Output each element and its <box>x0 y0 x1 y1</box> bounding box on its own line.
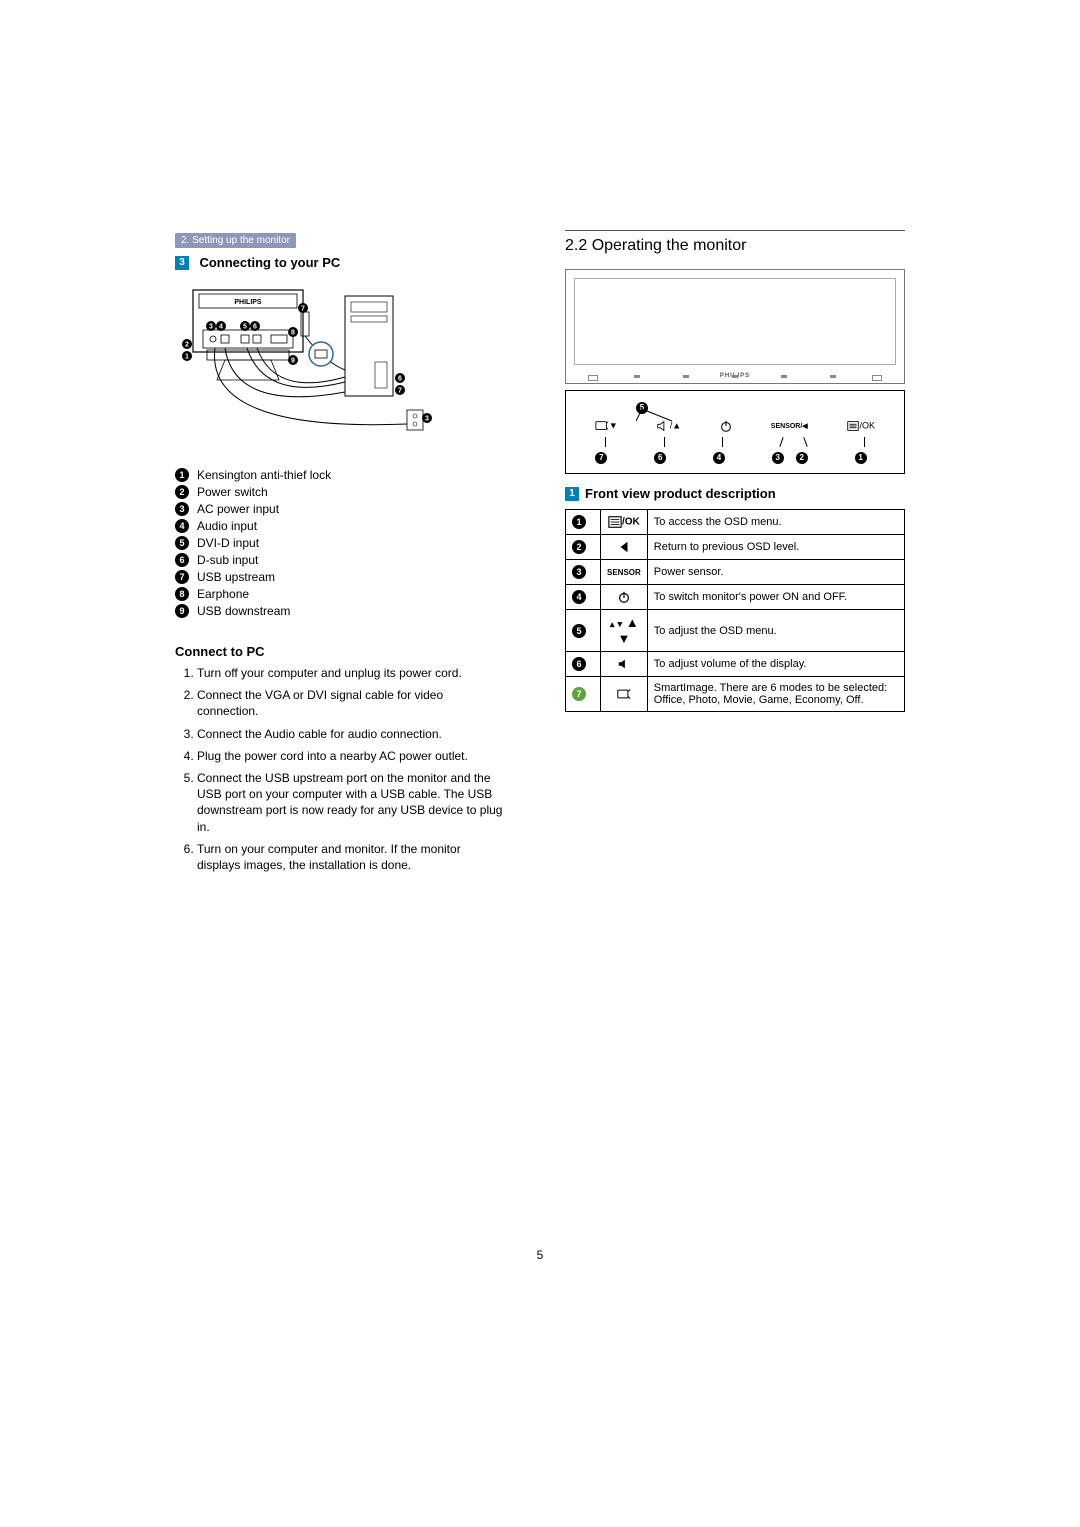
power-icon <box>601 585 648 610</box>
breadcrumb: 2. Setting up the monitor <box>175 233 296 248</box>
row-desc: To adjust the OSD menu. <box>647 610 904 652</box>
row-desc: To adjust volume of the display. <box>647 652 904 677</box>
step-item: Turn off your computer and unplug its po… <box>197 665 515 681</box>
front-view-heading: Front view product description <box>585 486 776 501</box>
legend-bullet-6: 6 <box>175 553 189 567</box>
step-item: Connect the VGA or DVI signal cable for … <box>197 687 515 719</box>
section-divider <box>565 230 905 231</box>
connection-diagram-svg: PHILIPS 3 4 5 6 <box>175 282 435 452</box>
row-desc: To switch monitor's power ON and OFF. <box>647 585 904 610</box>
legend-bullet-2: 2 <box>175 485 189 499</box>
legend-bullet-3: 3 <box>175 502 189 516</box>
volume-icon <box>601 652 648 677</box>
detail-icon-power <box>719 419 733 433</box>
detail-icon-smart: ▼ <box>595 419 618 433</box>
row-desc: SmartImage. There are 6 modes to be sele… <box>647 677 904 712</box>
step-item: Plug the power cord into a nearby AC pow… <box>197 748 515 764</box>
row-bullet: 4 <box>572 590 586 604</box>
legend-label: D-sub input <box>197 553 258 567</box>
legend-label: USB upstream <box>197 570 275 584</box>
front-description-table: 1 /OK To access the OSD menu. 2 Return t… <box>565 509 905 712</box>
menu-ok-icon: /OK <box>601 510 648 535</box>
svg-text:4: 4 <box>219 324 223 331</box>
legend-bullet-7: 7 <box>175 570 189 584</box>
diagram-brand: PHILIPS <box>234 299 262 306</box>
step-item: Connect the Audio cable for audio connec… <box>197 726 515 742</box>
legend-label: DVI-D input <box>197 536 259 550</box>
section-connecting-heading: 3 Connecting to your PC <box>175 254 515 272</box>
monitor-front-diagram: PHILIPS <box>565 269 905 384</box>
table-row: 5 ▲ ▼ To adjust the OSD menu. <box>566 610 905 652</box>
table-row: 7 SmartImage. There are 6 modes to be se… <box>566 677 905 712</box>
svg-text:7: 7 <box>301 306 305 313</box>
row-desc: Return to previous OSD level. <box>647 535 904 560</box>
detail-icon-sensor: SENSOR/◀ <box>771 422 808 430</box>
svg-text:5: 5 <box>243 324 247 331</box>
row-bullet: 6 <box>572 657 586 671</box>
legend-label: Audio input <box>197 519 257 533</box>
legend-label: USB downstream <box>197 604 290 618</box>
port-legend-list: 1 Kensington anti-thief lock 2 Power switc… <box>175 468 515 618</box>
row-bullet: 3 <box>572 565 586 579</box>
svg-text:6: 6 <box>398 376 402 383</box>
updown-icon: ▲ ▼ <box>601 610 648 652</box>
legend-bullet-1: 1 <box>175 468 189 482</box>
table-row: 6 To adjust volume of the display. <box>566 652 905 677</box>
legend-bullet-5: 5 <box>175 536 189 550</box>
front-stepbox: 1 <box>565 487 579 501</box>
svg-text:9: 9 <box>291 358 295 365</box>
svg-text:2: 2 <box>185 342 189 349</box>
row-desc: To access the OSD menu. <box>647 510 904 535</box>
page-number: 5 <box>0 1248 1080 1262</box>
row-bullet: 1 <box>572 515 586 529</box>
operating-heading: 2.2 Operating the monitor <box>565 237 905 255</box>
step-number-box: 3 <box>175 256 189 270</box>
connect-to-pc-heading: Connect to PC <box>175 644 515 659</box>
table-row: 3 SENSOR Power sensor. <box>566 560 905 585</box>
connection-diagram: PHILIPS 3 4 5 6 <box>175 282 435 452</box>
callout-5: 5 <box>636 397 656 415</box>
smartimage-icon <box>601 677 648 712</box>
legend-label: Earphone <box>197 587 249 601</box>
left-column: 2. Setting up the monitor 3 Connecting t… <box>175 230 515 879</box>
connecting-heading-text: Connecting to your PC <box>199 255 340 270</box>
table-row: 4 To switch monitor's power ON and OFF. <box>566 585 905 610</box>
legend-label: AC power input <box>197 502 279 516</box>
row-bullet: 5 <box>572 624 586 638</box>
legend-label: Power switch <box>197 485 268 499</box>
left-arrow-icon <box>601 535 648 560</box>
legend-label: Kensington anti-thief lock <box>197 468 331 482</box>
svg-text:3: 3 <box>209 324 213 331</box>
connect-steps-list: Turn off your computer and unplug its po… <box>175 665 515 873</box>
table-row: 1 /OK To access the OSD menu. <box>566 510 905 535</box>
legend-bullet-9: 9 <box>175 604 189 618</box>
table-row: 2 Return to previous OSD level. <box>566 535 905 560</box>
button-detail-diagram: 5 ▼ /▲ SENSOR/◀ /OK 7 6 <box>565 390 905 474</box>
detail-icon-menu: /OK <box>846 419 876 433</box>
sensor-label: SENSOR <box>601 560 648 585</box>
svg-text:7: 7 <box>398 388 402 395</box>
step-item: Connect the USB upstream port on the mon… <box>197 770 515 835</box>
svg-text:1: 1 <box>185 354 189 361</box>
row-desc: Power sensor. <box>647 560 904 585</box>
step-item: Turn on your computer and monitor. If th… <box>197 841 515 873</box>
right-column: 2.2 Operating the monitor PHILIPS 5 ▼ /▲ <box>565 230 905 879</box>
svg-text:8: 8 <box>291 330 295 337</box>
row-bullet: 7 <box>572 687 586 701</box>
svg-text:3: 3 <box>425 416 429 423</box>
svg-text:6: 6 <box>253 324 257 331</box>
legend-bullet-8: 8 <box>175 587 189 601</box>
legend-bullet-4: 4 <box>175 519 189 533</box>
front-view-heading-row: 1 Front view product description <box>565 486 905 501</box>
row-bullet: 2 <box>572 540 586 554</box>
